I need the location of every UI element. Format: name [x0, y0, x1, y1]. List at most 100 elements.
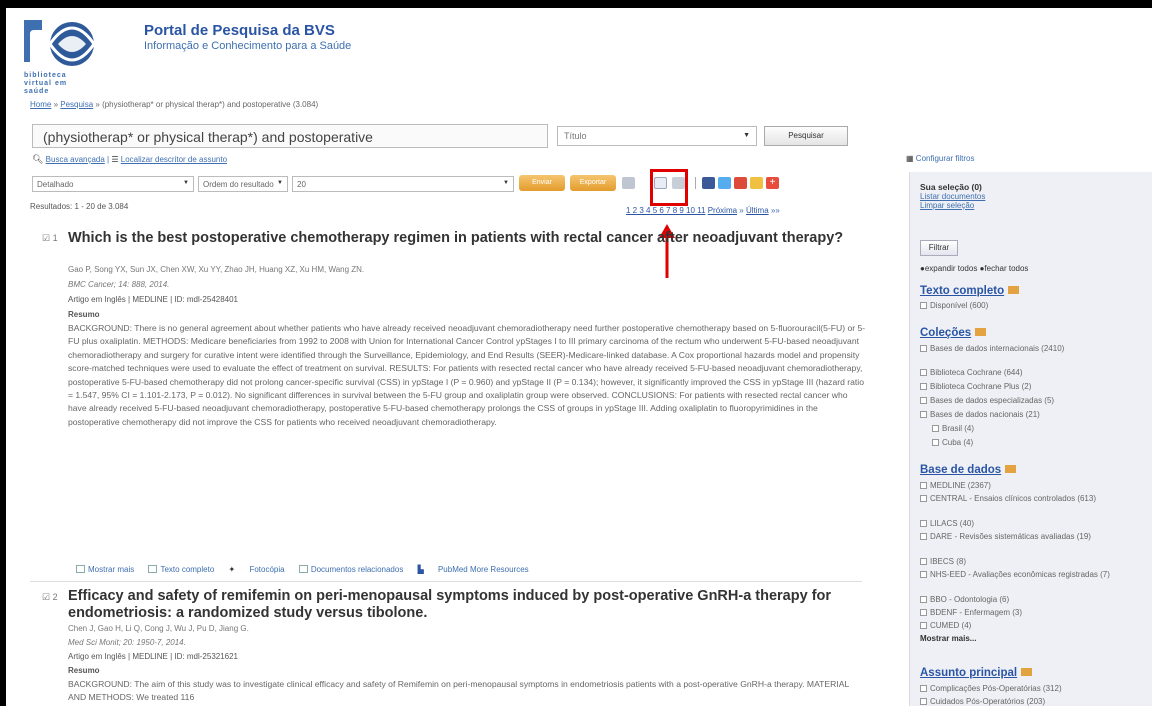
result-source: Med Sci Monit; 20: 1950-7, 2014. — [68, 638, 186, 647]
facet-item[interactable]: IBECS (8) — [920, 557, 966, 566]
page-links[interactable]: 1 2 3 4 5 6 7 8 9 10 11 — [626, 206, 705, 215]
facet-item[interactable]: Bases de dados nacionais (21) — [920, 410, 1040, 419]
facet-item[interactable]: NHS-EED - Avaliações econômicas registra… — [920, 570, 1152, 580]
decs-link[interactable]: Localizar descritor de assunto — [121, 155, 227, 164]
chevron-down-icon: ▼ — [743, 132, 750, 139]
result-authors: Gao P, Song YX, Sun JX, Chen XW, Xu YY, … — [68, 265, 365, 274]
svg-text:bvs: bvs — [30, 29, 44, 50]
per-page-select[interactable]: 20 ▼ — [292, 176, 514, 192]
search-button[interactable]: Pesquisar — [764, 126, 848, 146]
breadcrumb-current: » (physiotherap* or physical therap*) an… — [93, 100, 319, 109]
pubmed-icon: ▙ — [417, 565, 424, 574]
configure-filters-label: Configurar filtros — [915, 154, 975, 163]
facet-item[interactable]: Cuidados Pós-Operatórios (203) — [920, 697, 1045, 706]
list-docs-link[interactable]: Listar documentos — [920, 192, 985, 201]
show-more-link[interactable]: Mostrar mais — [76, 565, 134, 574]
configure-filters-link[interactable]: ▦ Configurar filtros — [906, 154, 974, 163]
result-title-link[interactable]: Which is the best postoperative chemothe… — [68, 230, 858, 247]
portal-subtitle: Informação e Conhecimento para a Saúde — [144, 40, 352, 52]
sort-order-select[interactable]: Ordem do resultado ▼ — [198, 176, 288, 192]
browser-page: bvs biblioteca virtual em saúde Portal d… — [6, 8, 1152, 706]
chart-icon — [1008, 286, 1020, 294]
facet-full-text-heading[interactable]: Texto completo — [920, 285, 1020, 297]
delicious-icon[interactable] — [750, 177, 763, 189]
last-page-link[interactable]: Última — [746, 206, 769, 215]
chevron-down-icon: ▼ — [503, 180, 509, 186]
facebook-icon[interactable] — [702, 177, 715, 189]
search-field-select[interactable]: Título ▼ — [557, 126, 757, 146]
close-all-link[interactable]: fechar todos — [984, 264, 1028, 273]
facet-item[interactable]: Disponível (600) — [920, 301, 988, 310]
send-button[interactable]: Enviar — [519, 175, 565, 191]
facet-item[interactable]: CENTRAL - Ensaios clínicos controlados (… — [920, 494, 1145, 504]
chart-icon — [1021, 668, 1033, 676]
facet-item[interactable]: Biblioteca Cochrane Plus (2) — [920, 382, 1031, 391]
facet-main-subject-heading[interactable]: Assunto principal — [920, 667, 1033, 679]
add-icon[interactable]: + — [766, 177, 779, 189]
result-meta: Artigo em Inglês | MEDLINE | ID: mdl-254… — [68, 295, 239, 304]
bvs-logo[interactable]: bvs biblioteca virtual em saúde — [20, 14, 120, 96]
facet-item[interactable]: BDENF - Enfermagem (3) — [920, 608, 1022, 617]
facet-item[interactable]: Bases de dados especializadas (5) — [920, 396, 1054, 405]
clear-selection-link[interactable]: Limpar seleção — [920, 201, 974, 210]
grid-icon: ▦ — [906, 154, 914, 163]
breadcrumb: Home » Pesquisa » (physiotherap* or phys… — [30, 100, 318, 109]
list-icon: ☰ — [111, 155, 119, 164]
result-meta: Artigo em Inglês | MEDLINE | ID: mdl-253… — [68, 652, 239, 661]
show-more-facets-link[interactable]: Mostrar mais... — [920, 634, 976, 643]
result-number: 1 — [52, 233, 58, 243]
display-format-value: Detalhado — [37, 180, 74, 189]
photocopy-link[interactable]: ✦ Fotocópia — [229, 565, 285, 574]
display-format-select[interactable]: Detalhado ▼ — [32, 176, 194, 192]
facet-subitem[interactable]: Brasil (4) — [932, 424, 974, 433]
search-input[interactable]: (physiotherap* or physical therap*) and … — [32, 124, 548, 148]
result-actions: Mostrar mais Texto completo ✦ Fotocópia … — [76, 565, 541, 574]
result-checkbox[interactable]: ☑ 2 — [42, 592, 58, 603]
full-text-link[interactable]: Texto completo — [148, 565, 214, 574]
per-page-value: 20 — [297, 180, 306, 189]
portal-title[interactable]: Portal de Pesquisa da BVS — [144, 22, 335, 39]
facet-item[interactable]: DARE - Revisões sistemáticas avaliadas (… — [920, 532, 1145, 542]
filter-button[interactable]: Filtrar — [920, 240, 958, 256]
result-title-link[interactable]: Efficacy and safety of remifemin on peri… — [68, 588, 858, 622]
facet-database-heading[interactable]: Base de dados — [920, 464, 1017, 476]
result-abstract: BACKGROUND: The aim of this study was to… — [68, 679, 849, 703]
pager-end: »» — [768, 206, 780, 215]
facet-item[interactable]: CUMED (4) — [920, 621, 971, 630]
result-divider — [30, 581, 862, 582]
search-icon: 🔍︎ — [32, 154, 44, 164]
google-plus-icon[interactable] — [734, 177, 747, 189]
facet-item[interactable]: Complicações Pós-Operatórias (312) — [920, 684, 1062, 693]
expand-collapse-controls: ●expandir todos ●fechar todos — [920, 264, 1028, 273]
facet-subitem[interactable]: Cuba (4) — [932, 438, 973, 447]
related-docs-link[interactable]: Documentos relacionados — [298, 565, 403, 574]
breadcrumb-search-link[interactable]: Pesquisa — [60, 100, 93, 109]
export-button[interactable]: Exportar — [570, 175, 616, 191]
advanced-search-link[interactable]: Busca avançada — [46, 155, 105, 164]
facet-item[interactable]: MEDLINE (2367) — [920, 481, 991, 490]
breadcrumb-separator: » — [51, 100, 61, 109]
result-number: 2 — [52, 592, 58, 602]
breadcrumb-home-link[interactable]: Home — [30, 100, 51, 109]
result-abstract: BACKGROUND: There is no general agreemen… — [68, 323, 866, 427]
twitter-icon[interactable] — [718, 177, 731, 189]
result-source: BMC Cancer; 14: 888, 2014. — [68, 280, 170, 289]
print-icon[interactable] — [622, 177, 635, 189]
pagination: 1 2 3 4 5 6 7 8 9 10 11 Próxima » Última… — [626, 206, 780, 215]
pubmed-resources-link[interactable]: ▙ PubMed More Resources — [418, 565, 529, 574]
facet-item[interactable]: Bases de dados internacionais (2410) — [920, 344, 1145, 354]
filter-sidebar: Sua seleção (0) Listar documentos Limpar… — [909, 172, 1152, 706]
chart-icon — [1005, 465, 1017, 473]
facet-collections-heading[interactable]: Coleções — [920, 327, 987, 339]
result-checkbox[interactable]: ☑ 1 — [42, 233, 58, 244]
facet-item[interactable]: LILACS (40) — [920, 519, 974, 528]
facet-item[interactable]: BBO - Odontologia (6) — [920, 595, 1009, 604]
pager-separator: » — [737, 206, 746, 215]
logo-text: biblioteca virtual em saúde — [24, 72, 68, 95]
next-page-link[interactable]: Próxima — [708, 206, 737, 215]
toolbar-divider — [695, 177, 696, 189]
chevron-down-icon: ▼ — [183, 180, 189, 186]
facet-item[interactable]: Biblioteca Cochrane (644) — [920, 368, 1023, 377]
star-icon: ✦ — [228, 565, 236, 574]
expand-all-link[interactable]: expandir todos — [925, 264, 977, 273]
